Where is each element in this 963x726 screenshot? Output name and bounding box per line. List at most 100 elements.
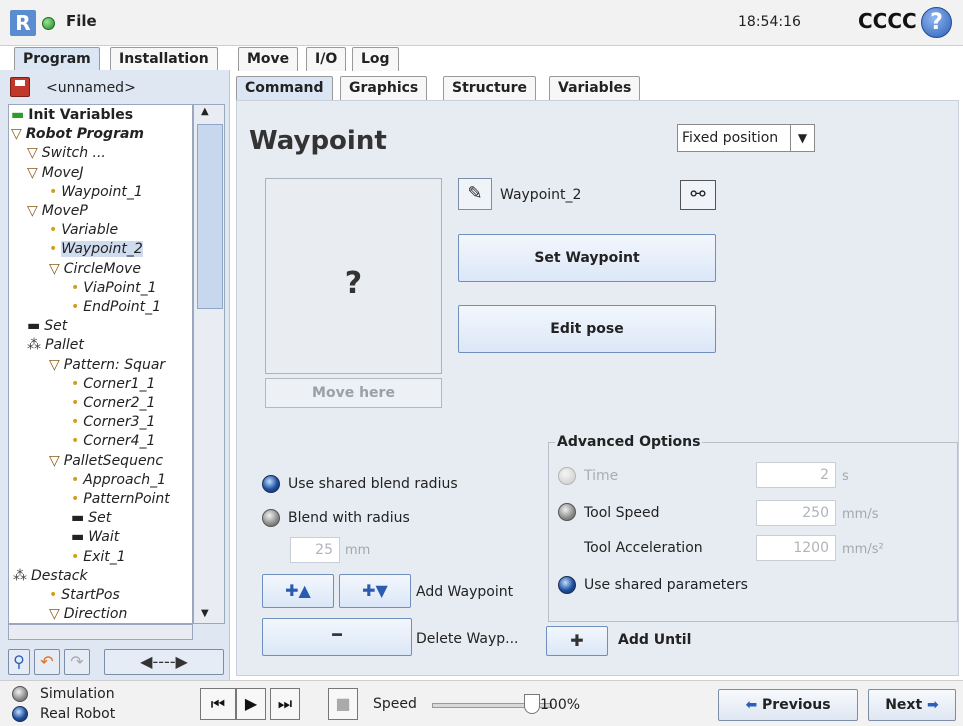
tree-scroll-thumb[interactable] [197,124,223,309]
tree-item[interactable]: • Corner3_1 [71,414,155,431]
expand-collapse-icon[interactable]: ◀----▶ [104,649,224,675]
program-tree[interactable]: ▬ Init Variables ▽ Robot Program ▽ Switch ...… [8,104,193,624]
tree-item[interactable]: • EndPoint_1 [71,299,161,316]
tool-speed-field[interactable]: 250 [756,500,836,526]
tree-item[interactable]: • Exit_1 [71,549,126,566]
tree-item[interactable]: ⁂ Destack [13,568,88,585]
shared-blend-label: Use shared blend radius [288,476,458,492]
tree-item[interactable]: ▬ Set [27,318,67,335]
tab-log[interactable]: Log [352,47,399,71]
delete-waypoint-label: Delete Wayp... [416,631,519,647]
scroll-down-icon[interactable]: ▼ [201,608,209,619]
tab-variables[interactable]: Variables [549,76,641,100]
move-here-button[interactable]: Move here [265,378,442,408]
tab-program[interactable]: Program [14,47,100,71]
tree-item[interactable]: • Waypoint_1 [49,184,143,201]
tree-item[interactable]: ▽ Direction [49,606,127,623]
tab-move[interactable]: Move [238,47,299,71]
tool-speed-radio[interactable] [558,503,576,521]
delete-waypoint-button[interactable]: ━ [262,618,412,656]
scroll-up-icon[interactable]: ▲ [201,106,209,117]
play-icon[interactable]: ▶ [236,688,266,720]
next-button[interactable]: Next ➡ [868,689,956,721]
tree-node-icon: • [71,395,80,411]
tree-item[interactable]: • ViaPoint_1 [71,280,156,297]
tree-item[interactable]: ▽ Pattern: Squar [49,357,165,374]
tree-horizontal-scrollbar[interactable] [8,624,193,640]
tree-item[interactable]: ⁂ Pallet [27,337,84,354]
tree-item-label: Exit_1 [83,548,126,565]
title-bar [0,0,963,46]
real-robot-label: Real Robot [40,706,116,722]
save-icon[interactable] [10,77,30,97]
tree-item[interactable]: ▽ Switch ... [27,145,106,162]
tree-item[interactable]: • StartPos [49,587,120,604]
help-icon[interactable]: ? [921,7,952,38]
tree-item[interactable]: • Waypoint_2 [49,241,143,258]
tree-node-icon: ▬ [71,529,85,546]
file-menu[interactable]: File [66,12,97,30]
tree-item[interactable]: • PatternPoint [71,491,170,508]
search-icon[interactable]: ⚲ [8,649,30,675]
tree-item[interactable]: ▬ Wait [71,529,119,546]
tree-item[interactable]: ▬ Set [71,510,111,527]
simulation-label: Simulation [40,686,115,702]
tree-item-label: Waypoint_2 [61,241,143,258]
add-waypoint-before-button[interactable]: ✚▲ [262,574,334,608]
tree-item[interactable]: • Variable [49,222,118,239]
tree-item[interactable]: • Corner4_1 [71,433,155,450]
tree-node-icon: • [71,299,80,315]
redo-icon[interactable]: ↷ [64,649,90,675]
tab-structure[interactable]: Structure [443,76,537,100]
tree-item-label: PatternPoint [83,491,170,507]
add-waypoint-label: Add Waypoint [416,584,514,600]
tree-item[interactable]: ▽ PalletSequenc [49,453,163,470]
add-until-button[interactable]: ✚ [546,626,608,656]
tree-item[interactable]: ▬ Init Variables [11,107,133,124]
shared-blend-radio[interactable] [262,475,280,493]
tree-item[interactable]: ▽ Robot Program [11,126,144,143]
tool-acceleration-label: Tool Acceleration [584,540,703,556]
tree-item[interactable]: • Corner2_1 [71,395,155,412]
tab-command[interactable]: Command [236,76,333,100]
tree-node-icon: • [49,222,58,239]
step-icon[interactable]: ⏭ [270,688,300,720]
set-waypoint-button[interactable]: Set Waypoint [458,234,716,282]
previous-button[interactable]: ⬅ Previous [718,689,858,721]
tree-item[interactable]: ▽ CircleMove [49,261,141,278]
tree-item[interactable]: • Approach_1 [71,472,166,489]
time-field[interactable]: 2 [756,462,836,488]
edit-pose-button[interactable]: Edit pose [458,305,716,353]
tree-node-icon: • [71,471,80,488]
tab-installation[interactable]: Installation [110,47,218,71]
position-mode-select[interactable]: Fixed position ▼ [677,124,815,152]
tab-graphics[interactable]: Graphics [340,76,428,100]
tool-acceleration-field[interactable]: 1200 [756,535,836,561]
time-radio[interactable] [558,467,576,485]
rewind-icon[interactable]: ⏮ [200,688,236,720]
undo-icon[interactable]: ↶ [34,649,60,675]
blend-radius-unit: mm [345,543,371,558]
simulation-radio[interactable] [12,686,28,702]
tree-item-label: MoveJ [41,164,84,181]
shared-parameters-radio[interactable] [558,576,576,594]
tree-item[interactable]: ▽ MoveJ [27,165,83,182]
link-icon[interactable]: ⚯ [680,180,716,210]
blend-radius-label: Blend with radius [288,510,410,526]
speed-slider-handle[interactable] [524,694,540,714]
pencil-icon[interactable]: ✎ [458,178,492,210]
tree-item[interactable]: • Corner1_1 [71,376,155,393]
blend-radius-radio[interactable] [262,509,280,527]
stop-icon[interactable]: ■ [328,688,358,720]
program-name: <unnamed> [46,80,136,96]
next-label: Next [885,697,923,713]
blend-radius-field[interactable]: 25 [290,537,340,563]
tab-io[interactable]: I/O [306,47,347,71]
tree-item[interactable]: ▽ MoveP [27,203,88,220]
tree-node-icon: ▽ [49,606,60,623]
real-robot-radio[interactable] [12,706,28,722]
tree-node-icon: ▽ [49,356,60,373]
tool-acceleration-unit: mm/s² [842,542,884,557]
robot-status-icon [42,17,55,30]
add-waypoint-after-button[interactable]: ✚▼ [339,574,411,608]
